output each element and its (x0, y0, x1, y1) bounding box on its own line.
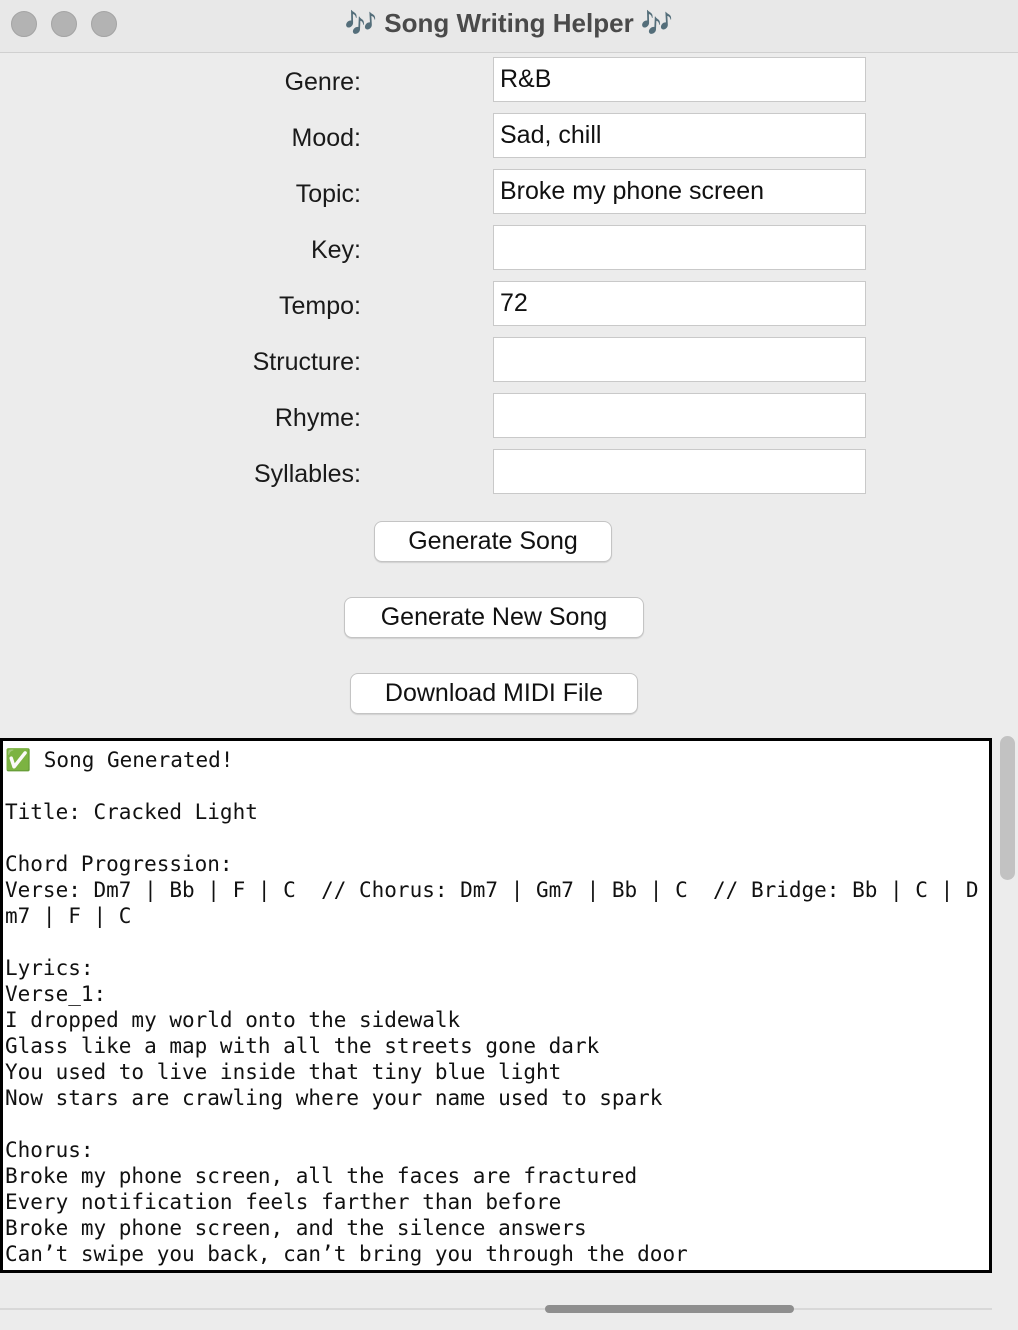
window-title: 🎶 Song Writing Helper 🎶 (344, 8, 674, 38)
vertical-scrollbar-thumb[interactable] (1000, 736, 1015, 880)
tempo-label: Tempo: (279, 292, 361, 320)
topic-input[interactable] (493, 169, 866, 214)
structure-input[interactable] (493, 337, 866, 382)
title-bar: 🎶 Song Writing Helper 🎶 (0, 0, 1018, 53)
generate-song-button[interactable]: Generate Song (374, 521, 612, 562)
topic-label: Topic: (295, 180, 361, 208)
tempo-input[interactable] (493, 281, 866, 326)
key-label: Key: (310, 236, 361, 264)
song-output-text: ✅ Song Generated! Title: Cracked Light C… (5, 748, 979, 1266)
structure-label: Structure: (252, 348, 361, 376)
key-input[interactable] (493, 225, 866, 270)
horizontal-scrollbar-line (0, 1308, 992, 1310)
syllables-label: Syllables: (254, 460, 361, 488)
mood-input[interactable] (493, 113, 866, 158)
horizontal-scrollbar-track[interactable] (0, 1300, 992, 1320)
generate-new-song-button[interactable]: Generate New Song (344, 597, 644, 638)
song-output-textarea[interactable]: ✅ Song Generated! Title: Cracked Light C… (0, 738, 992, 1273)
mood-label: Mood: (291, 124, 361, 152)
rhyme-input[interactable] (493, 393, 866, 438)
syllables-input[interactable] (493, 449, 866, 494)
download-midi-button[interactable]: Download MIDI File (350, 673, 638, 714)
rhyme-label: Rhyme: (274, 404, 361, 432)
genre-label: Genre: (284, 68, 361, 96)
horizontal-scrollbar-thumb[interactable] (545, 1305, 794, 1313)
genre-input[interactable] (493, 57, 866, 102)
